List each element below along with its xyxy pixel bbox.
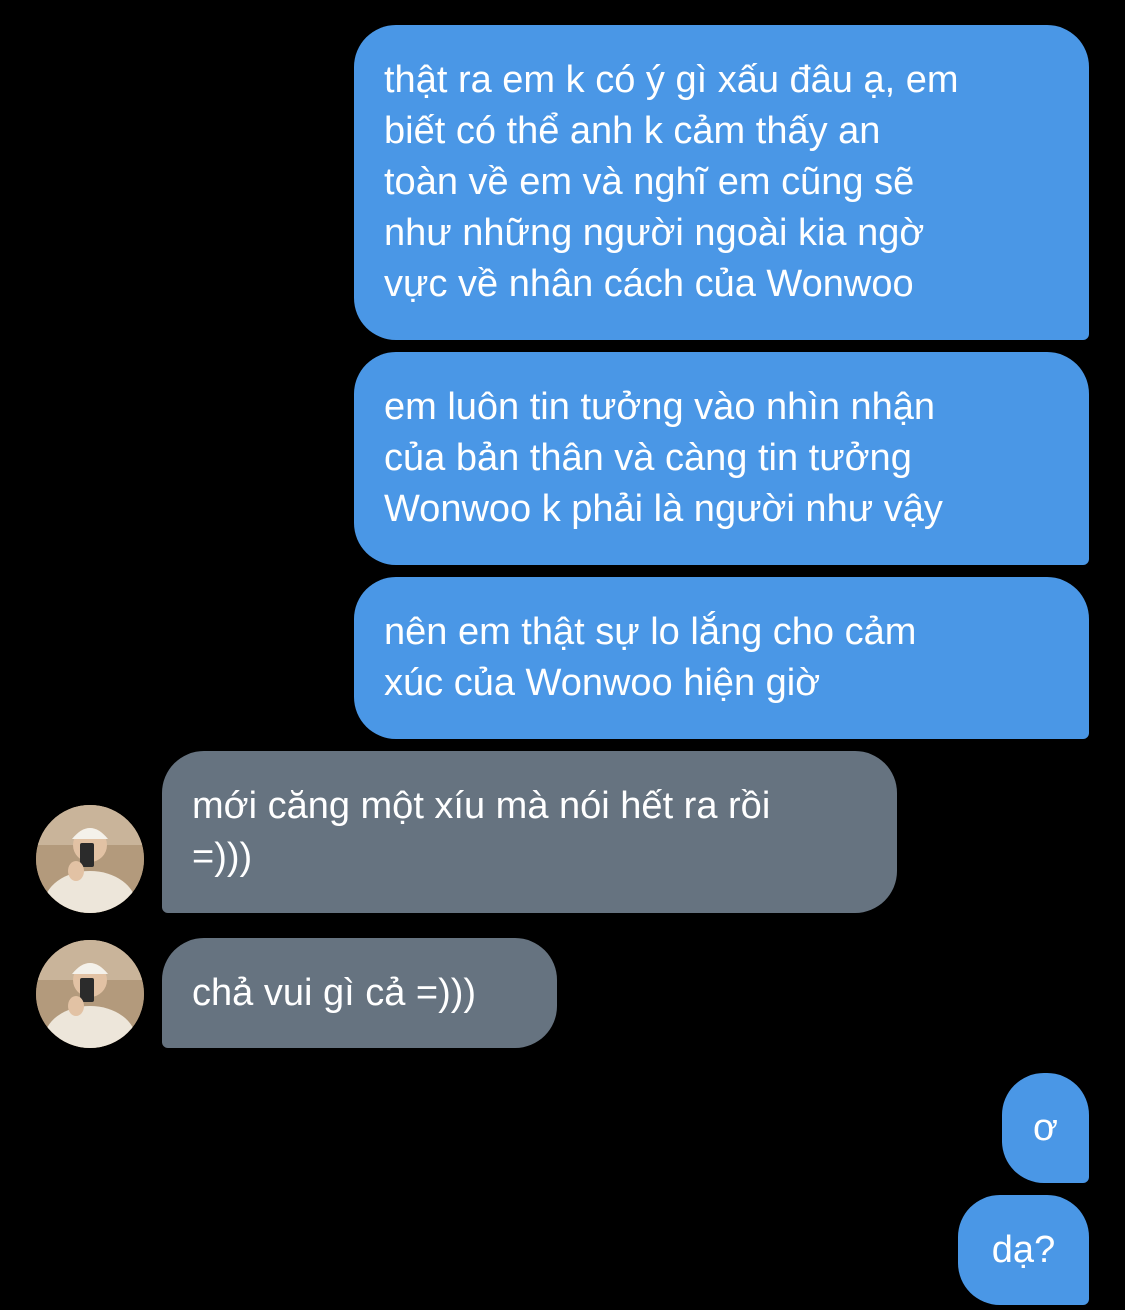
chat-screen: { "conversation": { "messages": [ {"send… [0, 0, 1125, 1310]
contact-avatar-icon[interactable] [36, 940, 144, 1048]
avatar-photo-icon [36, 805, 144, 913]
contact-avatar-icon[interactable] [36, 805, 144, 913]
message-bubble-received[interactable]: mới căng một xíu mà nói hết ra rồi =))) [162, 751, 897, 913]
message-bubble-received[interactable]: chả vui gì cả =))) [162, 938, 557, 1048]
message-bubble-sent[interactable]: thật ra em k có ý gì xấu đâu ạ, em biết … [354, 25, 1089, 340]
message-bubble-sent[interactable]: ơ [1002, 1073, 1089, 1183]
message-bubble-sent[interactable]: nên em thật sự lo lắng cho cảm xúc của W… [354, 577, 1089, 739]
avatar-photo-icon [36, 940, 144, 1048]
message-bubble-sent[interactable]: em luôn tin tưởng vào nhìn nhận của bản … [354, 352, 1089, 565]
message-bubble-sent[interactable]: dạ? [958, 1195, 1089, 1305]
